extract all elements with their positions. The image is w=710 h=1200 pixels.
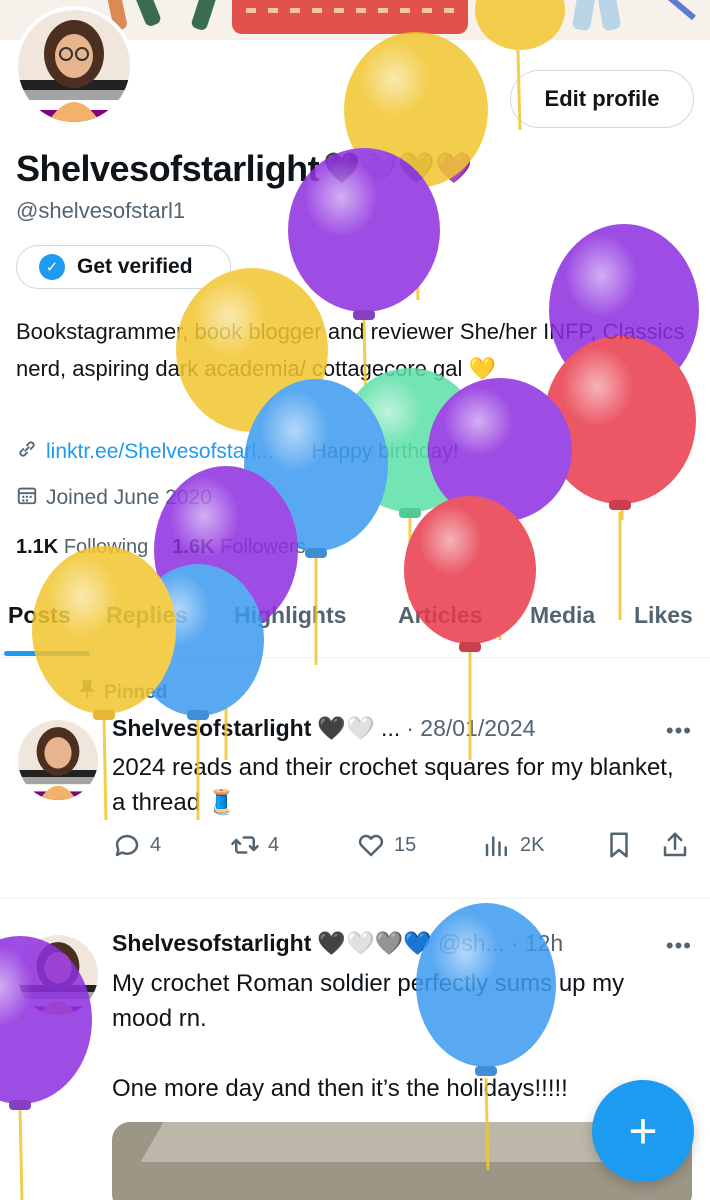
get-verified-button[interactable]: ✓ Get verified (16, 245, 231, 289)
post-author-emojis: 🖤🤍 ... (317, 715, 401, 741)
post-header: Shelvesofstarlight 🖤🤍 ... · 28/01/2024 (112, 715, 535, 742)
like-count: 15 (394, 833, 417, 856)
bookmark-icon (610, 832, 628, 858)
more-options-icon[interactable]: ••• (666, 933, 692, 959)
post-header: Shelvesofstarlight 🖤🤍🩶💙 @sh... · 12h (112, 930, 563, 957)
edit-profile-button[interactable]: Edit profile (510, 70, 694, 128)
profile-name: Shelvesofstarlight (16, 148, 320, 189)
profile-bio: Bookstagrammer, book blogger and reviewe… (16, 319, 685, 381)
analytics-icon (485, 836, 507, 857)
reply-button[interactable]: 4 (112, 830, 161, 860)
share-button[interactable] (660, 830, 690, 860)
pinned-label-row: Pinned (78, 680, 167, 706)
view-count: 2K (520, 833, 545, 856)
tab-replies[interactable]: Replies (106, 602, 188, 629)
active-tab-indicator (4, 651, 90, 656)
pinned-label: Pinned (104, 682, 168, 703)
post-time[interactable]: · 28/01/2024 (406, 715, 535, 742)
post-author-name[interactable]: Shelvesofstarlight (112, 930, 311, 957)
tab-likes[interactable]: Likes (634, 602, 693, 629)
compose-post-button[interactable]: + (592, 1080, 694, 1182)
post-time[interactable]: · 12h (511, 930, 563, 957)
following-count[interactable]: 1.1K Following (16, 536, 148, 559)
get-verified-label: Get verified (77, 255, 193, 278)
profile-handle: @shelvesofstarl1 (16, 198, 186, 223)
reply-count: 4 (150, 833, 162, 856)
post-avatar[interactable] (18, 720, 98, 800)
followers-count[interactable]: 1.6K Followers (172, 536, 305, 559)
post-author-name[interactable]: Shelvesofstarlight (112, 715, 311, 742)
heart-icon (358, 834, 384, 857)
joined-text: Joined June 2020 (46, 486, 212, 509)
tab-highlights[interactable]: Highlights (234, 602, 346, 629)
post-divider (0, 898, 710, 899)
tab-media[interactable]: Media (530, 602, 595, 629)
calendar-icon (16, 484, 38, 512)
like-button[interactable]: 15 (356, 830, 416, 860)
link-icon (16, 438, 38, 466)
joined-row: Joined June 2020 (16, 484, 212, 512)
bookmark-button[interactable] (604, 830, 634, 860)
profile-avatar[interactable] (14, 6, 134, 126)
post-text: 2024 reads and their crochet squares for… (112, 754, 674, 816)
repost-count: 4 (268, 833, 280, 856)
repost-button[interactable]: 4 (230, 830, 279, 860)
post-avatar[interactable] (18, 935, 98, 1015)
pin-icon (78, 680, 96, 706)
tab-posts[interactable]: Posts (8, 602, 71, 629)
balloon-yellow (176, 268, 328, 560)
birthday-text: Happy birthday! (311, 440, 459, 463)
name-emojis: 🖤🤍🩶💜 (323, 152, 473, 185)
share-icon (663, 832, 687, 857)
more-options-icon[interactable]: ••• (666, 718, 692, 744)
follow-counts: 1.1K Following 1.6K Followers (16, 536, 306, 559)
profile-link[interactable]: linktr.ee/Shelvesofstarl... (46, 440, 274, 464)
post-author-handle[interactable]: @sh... (438, 930, 505, 957)
profile-name-row: Shelvesofstarlight 🖤🤍🩶💜 (16, 148, 473, 190)
balloon-green (340, 368, 480, 600)
repost-icon (231, 836, 259, 854)
tab-articles[interactable]: Articles (398, 602, 482, 629)
views-button[interactable]: 2K (482, 830, 544, 860)
post-actions: 4 4 15 2K (112, 830, 692, 870)
profile-link-row: linktr.ee/Shelvesofstarl... Happy birthd… (16, 438, 459, 466)
profile-tabs: Posts Replies Highlights Articles Media … (0, 588, 710, 658)
reply-icon (115, 834, 139, 857)
post-author-emojis: 🖤🤍🩶💙 (317, 930, 432, 956)
verified-badge-icon: ✓ (39, 254, 65, 280)
post-text: My crochet Roman soldier perfectly sums … (112, 970, 625, 1102)
